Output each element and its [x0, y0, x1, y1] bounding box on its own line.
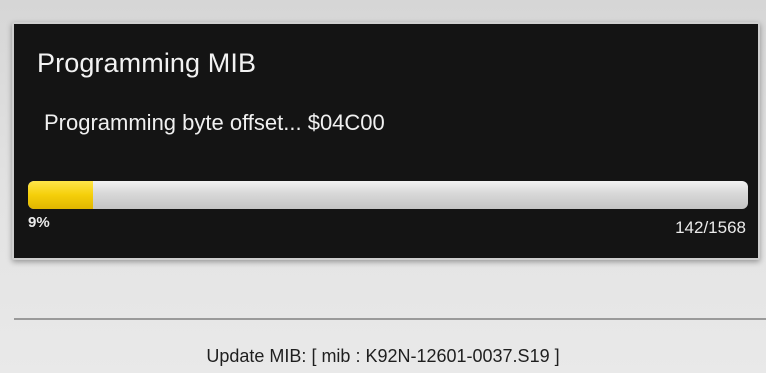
dialog-title: Programming MIB — [37, 48, 257, 78]
divider — [14, 318, 766, 320]
progress-dialog: Programming MIB Programming byte offset.… — [12, 22, 760, 260]
progress-count: 142/1568 — [675, 218, 746, 237]
screen-background: Programming MIB Programming byte offset.… — [0, 0, 766, 373]
progress-percent: 9% — [28, 214, 50, 231]
progress-bar-fill — [28, 181, 93, 209]
status-message: Programming byte offset... $04C00 — [44, 110, 385, 135]
update-status-footer: Update MIB: [ mib : K92N-12601-0037.S19 … — [206, 346, 560, 366]
progress-bar — [28, 181, 748, 209]
